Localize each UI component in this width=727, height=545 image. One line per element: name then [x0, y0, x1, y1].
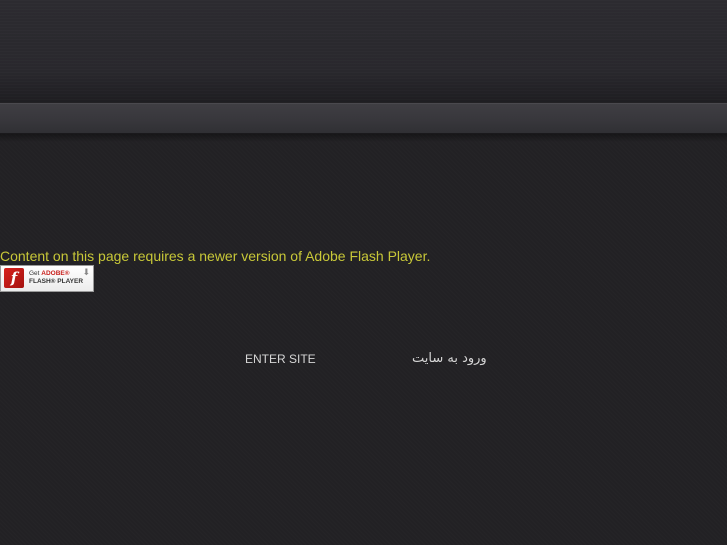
flash-badge-brand-label: ADOBE® — [41, 270, 70, 277]
nav-bar-shadow — [0, 134, 727, 142]
navigation-bar — [0, 103, 727, 134]
flash-badge-product-label: FLASH® PLAYER — [29, 278, 84, 285]
flash-player-logo-icon: f — [4, 268, 24, 288]
flash-required-message: Content on this page requires a newer ve… — [0, 248, 431, 264]
download-arrow-icon: ⬇ — [82, 267, 90, 277]
get-flash-player-button[interactable]: f Get ADOBE® FLASH® PLAYER ⬇ — [0, 265, 94, 292]
flash-badge-get-label: Get — [29, 270, 40, 277]
page-body — [0, 134, 727, 545]
enter-site-link[interactable]: ENTER SITE — [245, 352, 316, 366]
enter-site-persian-link[interactable]: ورود به سایت — [412, 351, 487, 367]
header-band — [0, 0, 727, 103]
flash-badge-get-line: Get ADOBE® — [29, 270, 70, 278]
